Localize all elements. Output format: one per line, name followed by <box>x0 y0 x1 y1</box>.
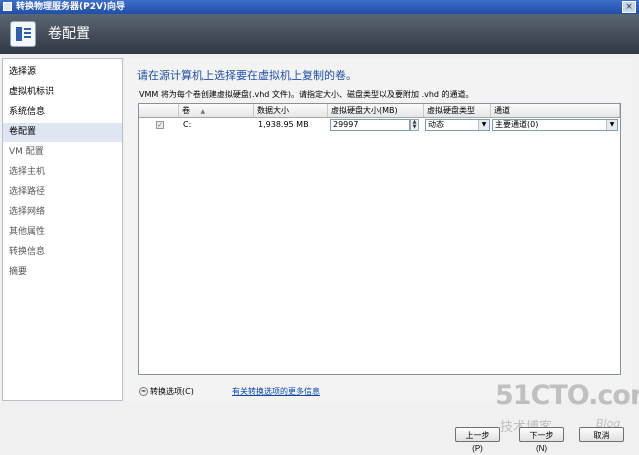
column-header-volume[interactable]: 卷 ▲ <box>179 104 254 117</box>
close-icon[interactable]: × <box>622 1 636 13</box>
app-icon <box>3 2 12 11</box>
table-header: 卷 ▲ 数据大小 虚拟硬盘大小(MB) 虚拟硬盘类型 通道 <box>139 104 620 118</box>
sidebar-item-select-path: 选择路径 <box>9 187 46 197</box>
data-size-cell: 1,938.95 MB <box>258 120 309 129</box>
watermark-logo: 51CTO.com <box>495 380 639 411</box>
column-header-data-size[interactable]: 数据大小 <box>254 104 328 117</box>
column-header-volume-label: 卷 <box>182 106 190 115</box>
volume-table: 卷 ▲ 数据大小 虚拟硬盘大小(MB) 虚拟硬盘类型 通道 ✓ C: 1,938… <box>138 103 621 375</box>
vhd-size-input[interactable]: 29997 <box>330 119 410 131</box>
column-header-vhd-type[interactable]: 虚拟硬盘类型 <box>424 104 491 117</box>
sort-ascending-icon: ▲ <box>200 108 206 115</box>
conversion-options-toggle[interactable]: ≈ 转换选项(C) <box>139 386 194 397</box>
sidebar-item-conversion-info: 转换信息 <box>9 247 46 257</box>
vhd-size-spinner[interactable]: ▲ ▼ <box>410 119 419 131</box>
volume-config-icon <box>10 21 36 47</box>
wizard-steps-sidebar: 选择源 虚拟机标识 系统信息 卷配置 VM 配置 选择主机 选择路径 选择网络 … <box>2 58 123 401</box>
sidebar-item-summary: 摘要 <box>9 267 28 277</box>
chevron-down-icon: ▼ <box>478 120 489 130</box>
cancel-button[interactable]: 取消 <box>579 427 624 442</box>
expand-options-icon: ≈ <box>139 387 148 396</box>
channel-dropdown[interactable]: 主要通道(0) ▼ <box>492 119 618 131</box>
channel-value: 主要通道(0) <box>495 120 539 129</box>
table-row[interactable]: ✓ C: 1,938.95 MB 29997 ▲ ▼ 动态 ▼ 主要通道(0) ▼ <box>139 118 620 132</box>
sidebar-item-volume-config[interactable]: 卷配置 <box>3 123 122 142</box>
more-info-link[interactable]: 有关转换选项的更多信息 <box>232 386 320 397</box>
sidebar-item-system-info[interactable]: 系统信息 <box>3 103 122 122</box>
volume-cell: C: <box>183 120 192 129</box>
wizard-banner: 卷配置 <box>0 14 639 54</box>
column-header-vhd-size[interactable]: 虚拟硬盘大小(MB) <box>328 104 424 117</box>
sidebar-item-select-host: 选择主机 <box>9 167 46 177</box>
volume-checkbox[interactable]: ✓ <box>156 121 164 129</box>
section-description: VMM 将为每个卷创建虚拟硬盘(.vhd 文件)。请指定大小、磁盘类型以及要附加… <box>139 90 474 99</box>
column-header-select <box>139 104 179 117</box>
page-title: 卷配置 <box>48 26 90 42</box>
sidebar-item-vm-identity[interactable]: 虚拟机标识 <box>3 83 122 102</box>
sidebar-item-vm-config: VM 配置 <box>9 147 44 157</box>
sidebar-item-select-source[interactable]: 选择源 <box>3 63 122 82</box>
window-titlebar: 转换物理服务器(P2V)向导 × <box>0 0 639 14</box>
column-header-channel[interactable]: 通道 <box>491 104 620 117</box>
main-panel: 请在源计算机上选择要在虚拟机上复制的卷。 VMM 将为每个卷创建虚拟硬盘(.vh… <box>125 58 632 401</box>
sidebar-item-select-network: 选择网络 <box>9 207 46 217</box>
sidebar-item-other-properties: 其他属性 <box>9 227 46 237</box>
vhd-type-value: 动态 <box>428 120 444 129</box>
section-heading: 请在源计算机上选择要在虚拟机上复制的卷。 <box>137 69 357 82</box>
chevron-down-icon: ▼ <box>606 120 617 130</box>
window-title: 转换物理服务器(P2V)向导 <box>16 2 126 12</box>
conversion-options-label: 转换选项(C) <box>150 387 194 396</box>
vhd-type-dropdown[interactable]: 动态 ▼ <box>425 119 490 131</box>
next-button[interactable]: 下一步(N) <box>519 427 564 453</box>
previous-button[interactable]: 上一步(P) <box>455 427 500 453</box>
